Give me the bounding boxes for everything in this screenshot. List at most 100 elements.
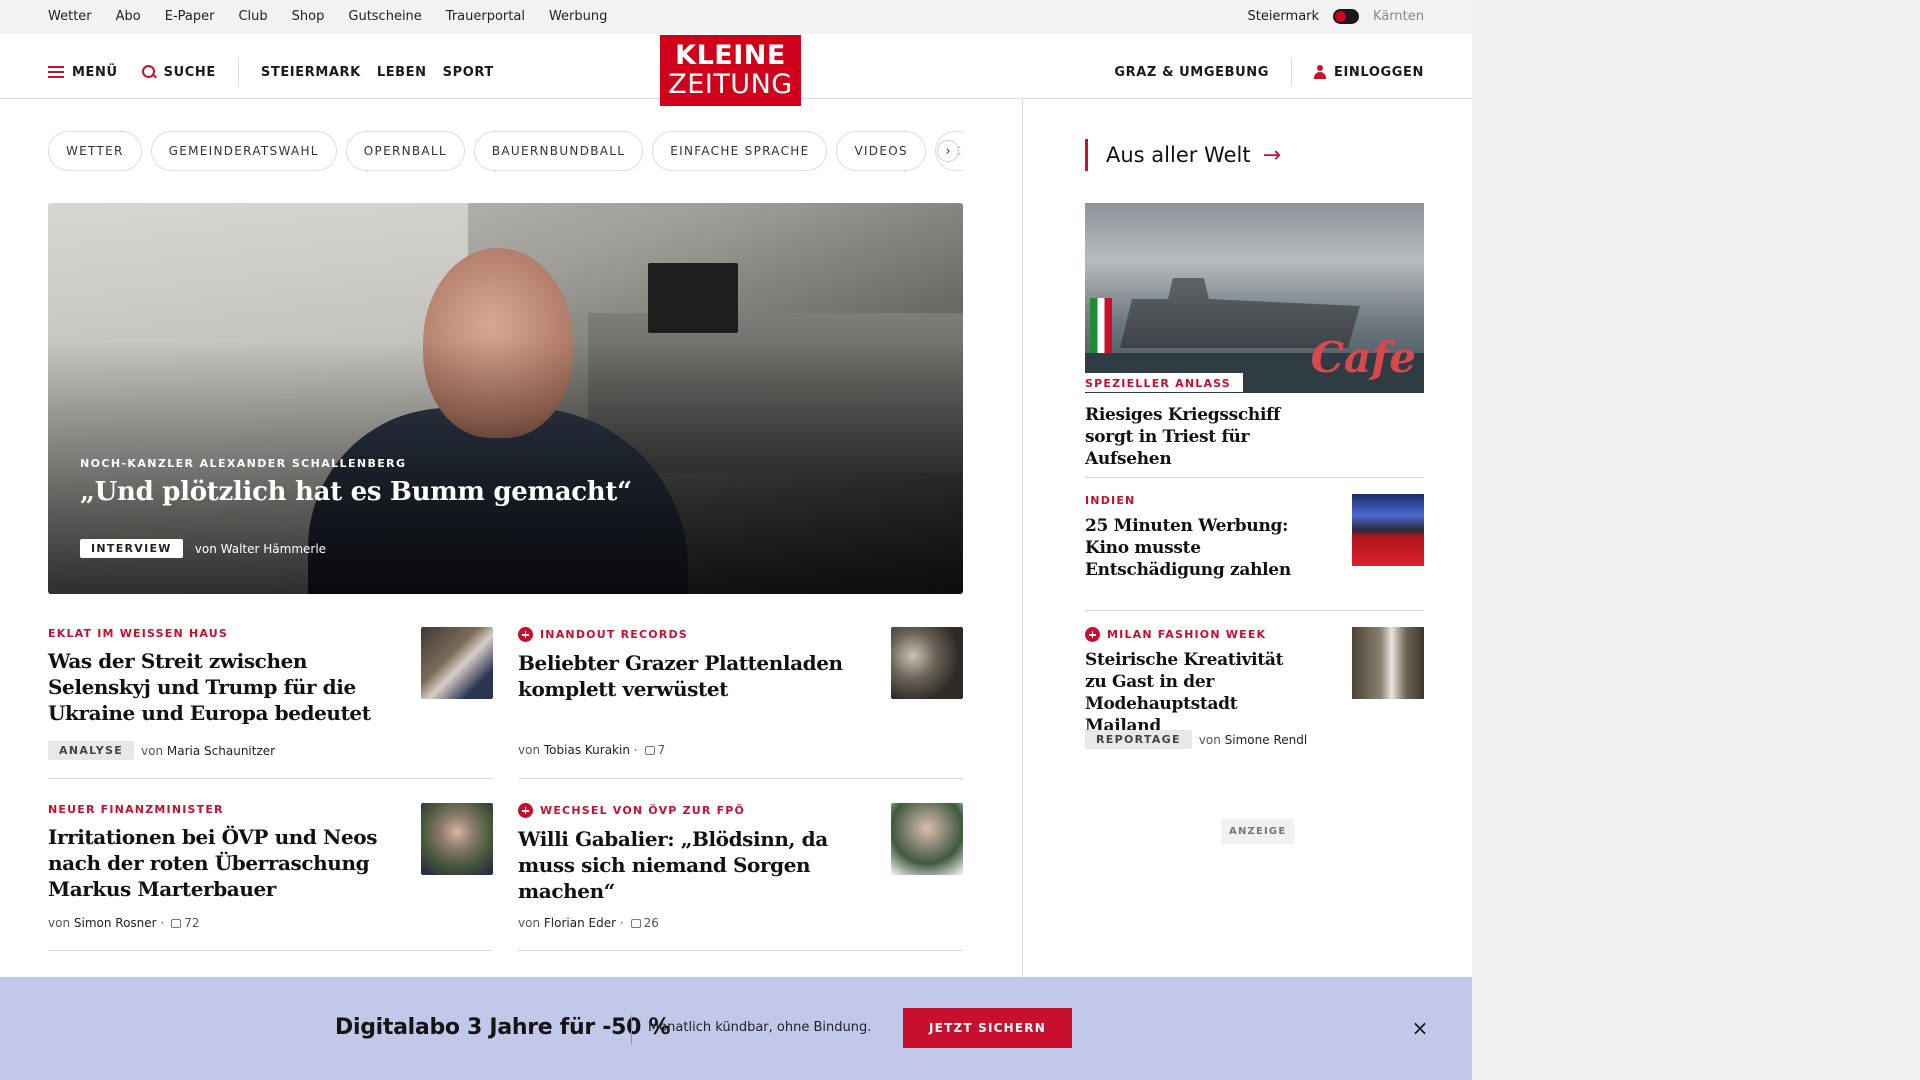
sidebar-item-title[interactable]: Steirische Kreativität zu Gast in der Mo…	[1085, 649, 1305, 737]
tag-einfache-sprache[interactable]: EINFACHE SPRACHE	[652, 131, 828, 171]
article-meta: von Simon Rosner · 72	[48, 916, 200, 930]
utility-link-club[interactable]: Club	[238, 9, 267, 24]
close-icon[interactable]: ×	[1408, 1016, 1432, 1040]
article-kicker-text: NEUER FINANZMINISTER	[48, 803, 224, 816]
plus-icon	[1085, 627, 1100, 642]
nav-left: MENÜ SUCHE STEIERMARK LEBEN SPORT	[48, 57, 494, 87]
hero-badge: INTERVIEW	[80, 539, 183, 558]
article-byline: von Maria Schaunitzer	[141, 743, 276, 758]
hero-teaser[interactable]: NOCH-KANZLER ALEXANDER SCHALLENBERG „Und…	[48, 203, 963, 594]
tag-bauernbundball[interactable]: BAUERNBUNDBALL	[473, 131, 644, 171]
article-meta: von Florian Eder · 26	[518, 916, 659, 930]
article-thumbnail[interactable]	[421, 627, 493, 699]
user-icon	[1314, 65, 1327, 79]
article-comments[interactable]: 7	[644, 743, 666, 757]
nav-right: GRAZ & UMGEBUNG EINLOGGEN	[1114, 57, 1424, 87]
utility-link-abo[interactable]: Abo	[116, 9, 141, 24]
article-byline: von Florian Eder ·	[518, 916, 624, 930]
search-label: SUCHE	[163, 64, 216, 80]
utility-link-shop[interactable]: Shop	[292, 9, 325, 24]
article-card[interactable]: EKLAT IM WEISSEN HAUS Was der Streit zwi…	[48, 627, 493, 779]
byline-prefix: von	[194, 541, 217, 556]
article-thumbnail[interactable]	[891, 803, 963, 875]
utility-link-gutscheine[interactable]: Gutscheine	[348, 9, 421, 24]
comment-icon	[644, 745, 655, 755]
article-card[interactable]: WECHSEL VON ÖVP ZUR FPÖ Willi Gabalier: …	[518, 803, 963, 951]
article-title[interactable]: Irritationen bei ÖVP und Neos nach der r…	[48, 824, 378, 902]
arrow-right-icon: →	[1262, 142, 1282, 168]
sidebar-lead-image[interactable]: Cafe	[1085, 203, 1424, 393]
article-comments[interactable]: 72	[171, 916, 200, 930]
article-author[interactable]: Florian Eder	[544, 916, 616, 930]
hamburger-icon	[48, 66, 64, 78]
utility-link-epaper[interactable]: E-Paper	[165, 9, 215, 24]
nav-graz-umgebung[interactable]: GRAZ & UMGEBUNG	[1114, 65, 1269, 80]
promo-divider	[631, 1015, 632, 1045]
article-author[interactable]: Simon Rosner	[74, 916, 157, 930]
comment-count: 7	[657, 743, 666, 757]
region-kaernten[interactable]: Kärnten	[1373, 9, 1424, 24]
article-kicker-text: INANDOUT RECORDS	[540, 628, 688, 641]
article-thumbnail[interactable]	[421, 803, 493, 875]
login-label: EINLOGGEN	[1334, 64, 1424, 80]
utility-links: Wetter Abo E-Paper Club Shop Gutscheine …	[48, 9, 607, 24]
article-thumbnail[interactable]	[891, 627, 963, 699]
page-margin	[1472, 0, 1920, 1080]
cafe-sign: Cafe	[1310, 333, 1416, 382]
column-divider	[1022, 99, 1023, 977]
sidebar-item-badge: REPORTAGE	[1085, 730, 1192, 749]
sidebar-item-thumbnail[interactable]	[1352, 627, 1424, 699]
sidebar-item-thumbnail[interactable]	[1352, 494, 1424, 566]
article-comments[interactable]: 26	[630, 916, 659, 930]
tag-videos[interactable]: VIDEOS	[836, 131, 926, 171]
ad-label: ANZEIGE	[1221, 819, 1295, 844]
article-title[interactable]: Was der Streit zwischen Selenskyj und Tr…	[48, 648, 378, 726]
utility-link-trauerportal[interactable]: Trauerportal	[446, 9, 525, 24]
menu-label: MENÜ	[72, 64, 118, 80]
promo-subtitle: Monatlich kündbar, ohne Bindung.	[648, 1020, 872, 1035]
hero-author[interactable]: Walter Hämmerle	[221, 542, 326, 556]
login-button[interactable]: EINLOGGEN	[1314, 65, 1424, 80]
section-heading-aus-aller-welt[interactable]: Aus aller Welt →	[1085, 139, 1281, 171]
article-meta: ANALYSE von Maria Schaunitzer	[48, 741, 275, 760]
sidebar-lead-kicker: SPEZIELLER ANLASS	[1085, 373, 1243, 392]
search-button[interactable]: SUCHE	[141, 64, 216, 80]
region-toggle[interactable]	[1333, 9, 1360, 24]
hero-image-gradient	[48, 203, 963, 594]
article-byline: von Simon Rosner ·	[48, 916, 165, 930]
article-byline: von Tobias Kurakin ·	[518, 743, 638, 757]
flag-shape	[1090, 298, 1112, 353]
sidebar-item-title[interactable]: 25 Minuten Werbung: Kino musste Entschäd…	[1085, 515, 1300, 581]
tag-gemeinderatswahl[interactable]: GEMEINDERATSWAHL	[150, 131, 337, 171]
utility-link-werbung[interactable]: Werbung	[549, 9, 607, 24]
article-card[interactable]: NEUER FINANZMINISTER Irritationen bei ÖV…	[48, 803, 493, 951]
article-title[interactable]: Beliebter Grazer Plattenladen komplett v…	[518, 650, 848, 702]
subscribe-button[interactable]: JETZT SICHERN	[903, 1008, 1072, 1048]
nav-leben[interactable]: LEBEN	[377, 65, 427, 80]
nav-steiermark[interactable]: STEIERMARK	[261, 65, 361, 80]
nav-sport[interactable]: SPORT	[443, 65, 494, 80]
tag-wetter[interactable]: WETTER	[48, 131, 142, 171]
sidebar-item-author[interactable]: Simone Rendl	[1225, 733, 1308, 747]
article-meta: von Tobias Kurakin · 7	[518, 743, 665, 757]
hero-meta: INTERVIEW von Walter Hämmerle	[80, 539, 326, 558]
comment-count: 72	[184, 916, 200, 930]
sidebar-divider	[1085, 477, 1424, 478]
article-author[interactable]: Maria Schaunitzer	[167, 744, 275, 758]
search-icon	[141, 65, 156, 79]
site-logo[interactable]: KLEINE ZEITUNG	[660, 35, 801, 106]
utility-link-wetter[interactable]: Wetter	[48, 9, 92, 24]
region-steiermark[interactable]: Steiermark	[1247, 9, 1319, 24]
section-heading-text: Aus aller Welt	[1106, 143, 1251, 167]
comment-icon	[630, 918, 641, 928]
menu-button[interactable]: MENÜ	[48, 65, 118, 80]
hero-kicker: NOCH-KANZLER ALEXANDER SCHALLENBERG	[80, 457, 407, 470]
hero-title[interactable]: „Und plötzlich hat es Bumm gemacht“	[80, 477, 632, 507]
sidebar-lead-title[interactable]: Riesiges Kriegsschiff sorgt in Triest fü…	[1085, 404, 1325, 470]
tags-scroll-right-button[interactable]: ›	[937, 140, 959, 162]
article-card[interactable]: INANDOUT RECORDS Beliebter Grazer Platte…	[518, 627, 963, 779]
article-author[interactable]: Tobias Kurakin	[544, 743, 630, 757]
main-header: MENÜ SUCHE STEIERMARK LEBEN SPORT KLEINE…	[0, 34, 1472, 106]
article-title[interactable]: Willi Gabalier: „Blödsinn, da muss sich …	[518, 826, 848, 904]
tag-opernball[interactable]: OPERNBALL	[345, 131, 465, 171]
